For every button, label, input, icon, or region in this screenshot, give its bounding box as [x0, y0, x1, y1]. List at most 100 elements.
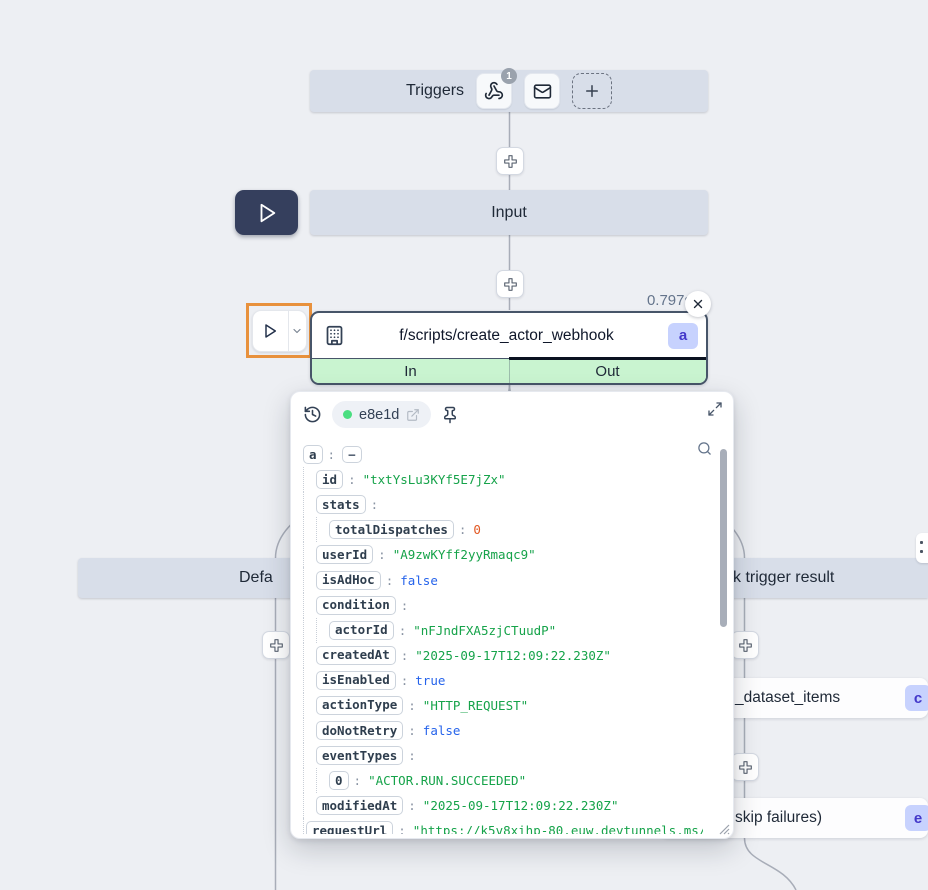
add-step-button[interactable] — [731, 753, 759, 781]
json-colon: : — [399, 623, 407, 638]
close-result-button[interactable] — [685, 291, 711, 317]
maximize-icon — [707, 401, 723, 417]
json-colon: : — [401, 673, 409, 688]
json-row[interactable]: id:"txtYsLu3KYf5E7jZx" — [303, 467, 703, 492]
json-value: 0 — [473, 522, 481, 537]
run-options-button[interactable] — [289, 311, 306, 351]
popup-scrollbar[interactable] — [720, 449, 727, 627]
json-key[interactable]: 0 — [329, 771, 349, 790]
step-id-badge: c — [905, 685, 928, 711]
json-key[interactable]: condition — [316, 596, 396, 615]
run-step-split-button[interactable] — [252, 310, 307, 352]
json-colon: : — [408, 798, 416, 813]
json-row[interactable]: condition: — [303, 593, 703, 618]
json-row[interactable]: eventTypes: — [303, 743, 703, 768]
tab-out[interactable]: Out — [509, 359, 706, 384]
json-row[interactable]: 0: "ACTOR.RUN.SUCCEEDED" — [303, 768, 703, 793]
email-trigger-button[interactable] — [524, 73, 560, 109]
json-key[interactable]: requestUrl — [306, 821, 393, 834]
plus-icon — [502, 276, 519, 293]
json-colon: : — [408, 748, 416, 763]
json-row[interactable]: modifiedAt:"2025-09-17T12:09:22.230Z" — [303, 793, 703, 818]
add-branch-button[interactable] — [916, 533, 928, 563]
json-colon: : — [459, 522, 467, 537]
add-step-button[interactable] — [731, 631, 759, 659]
json-key[interactable]: stats — [316, 495, 366, 514]
webhook-count-badge: 1 — [501, 68, 517, 84]
tab-in[interactable]: In — [312, 359, 509, 384]
json-value: "ACTOR.RUN.SUCCEEDED" — [368, 773, 526, 788]
indent-guide — [303, 567, 314, 592]
json-colon: : — [386, 573, 394, 588]
json-key[interactable]: totalDispatches — [329, 520, 454, 539]
external-link-icon[interactable] — [406, 408, 420, 422]
json-key[interactable]: modifiedAt — [316, 796, 403, 815]
json-row[interactable]: actionType:"HTTP_REQUEST" — [303, 693, 703, 718]
plus-icon — [737, 637, 754, 654]
add-step-button[interactable] — [496, 147, 524, 175]
add-step-button[interactable] — [496, 270, 524, 298]
json-colon: : — [354, 773, 362, 788]
result-popup: e8e1d a:−id:"txtYsLu3KYf5E7jZx"stats:tot… — [290, 391, 734, 839]
close-icon — [691, 297, 705, 311]
branch-default-label: Defa — [239, 569, 273, 587]
json-colon: : — [398, 823, 406, 834]
indent-guide — [303, 743, 314, 768]
input-label: Input — [491, 204, 527, 222]
expand-popup-button[interactable] — [707, 401, 723, 417]
json-key[interactable]: actionType — [316, 696, 403, 715]
run-step-button[interactable] — [253, 311, 288, 351]
history-icon[interactable] — [303, 405, 322, 424]
json-value: "https://k5v8xihp-80.euw.devtunnels.ms/a… — [413, 823, 703, 834]
json-value: true — [415, 673, 445, 688]
script-node-tabs: In Out — [312, 358, 706, 384]
json-row[interactable]: a:− — [303, 442, 703, 467]
script-node[interactable]: f/scripts/create_actor_webhook a In Out — [310, 311, 708, 385]
step-id-badge: a — [668, 323, 698, 349]
pin-icon[interactable] — [441, 406, 459, 424]
chevron-down-icon — [291, 325, 303, 337]
json-viewer[interactable]: a:−id:"txtYsLu3KYf5E7jZx"stats:totalDisp… — [303, 442, 703, 834]
json-key[interactable]: actorId — [329, 621, 394, 640]
json-colon: : — [401, 648, 409, 663]
json-value: "A9zwKYff2yyRmaqc9" — [393, 547, 536, 562]
json-colon: : — [328, 447, 336, 462]
collapse-toggle[interactable]: − — [342, 446, 362, 463]
play-icon — [262, 323, 278, 339]
json-key[interactable]: eventTypes — [316, 746, 403, 765]
json-row[interactable]: totalDispatches:0 — [303, 517, 703, 542]
json-row[interactable]: stats: — [303, 492, 703, 517]
json-row[interactable]: actorId:"nFJndFXA5zjCTuudP" — [303, 618, 703, 643]
json-key[interactable]: createdAt — [316, 646, 396, 665]
add-trigger-button[interactable] — [572, 73, 612, 109]
json-row[interactable]: requestUrl: "https://k5v8xihp-80.euw.devt… — [303, 818, 703, 834]
run-flow-button[interactable] — [235, 190, 298, 235]
input-node[interactable]: Input — [310, 190, 708, 235]
json-key[interactable]: id — [316, 470, 343, 489]
json-key[interactable]: isEnabled — [316, 671, 396, 690]
script-node-header[interactable]: f/scripts/create_actor_webhook a — [312, 313, 706, 358]
json-row[interactable]: isEnabled: true — [303, 668, 703, 693]
json-row[interactable]: doNotRetry:false — [303, 718, 703, 743]
indent-guide — [303, 693, 314, 718]
json-key[interactable]: doNotRetry — [316, 721, 403, 740]
selected-tab-indicator — [509, 357, 707, 360]
indent-guide — [303, 718, 314, 743]
add-step-button[interactable] — [262, 631, 290, 659]
selected-node-frame — [246, 303, 312, 358]
json-row[interactable]: userId:"A9zwKYff2yyRmaqc9" — [303, 542, 703, 567]
triggers-bar[interactable]: Triggers 1 — [310, 70, 708, 112]
json-row[interactable]: isAdHoc:false — [303, 567, 703, 592]
json-key[interactable]: a — [303, 445, 323, 464]
indent-guide — [303, 618, 314, 643]
json-key[interactable]: userId — [316, 545, 373, 564]
json-colon: : — [408, 698, 416, 713]
json-row[interactable]: createdAt:"2025-09-17T12:09:22.230Z" — [303, 643, 703, 668]
indent-guide — [303, 793, 314, 818]
run-id-pill[interactable]: e8e1d — [332, 401, 431, 428]
branch-trigger-result-label: k trigger result — [733, 569, 834, 587]
resize-handle[interactable] — [718, 823, 730, 835]
json-key[interactable]: isAdHoc — [316, 571, 381, 590]
webhook-trigger-button[interactable]: 1 — [476, 73, 512, 109]
script-node-title: f/scripts/create_actor_webhook — [345, 327, 668, 345]
